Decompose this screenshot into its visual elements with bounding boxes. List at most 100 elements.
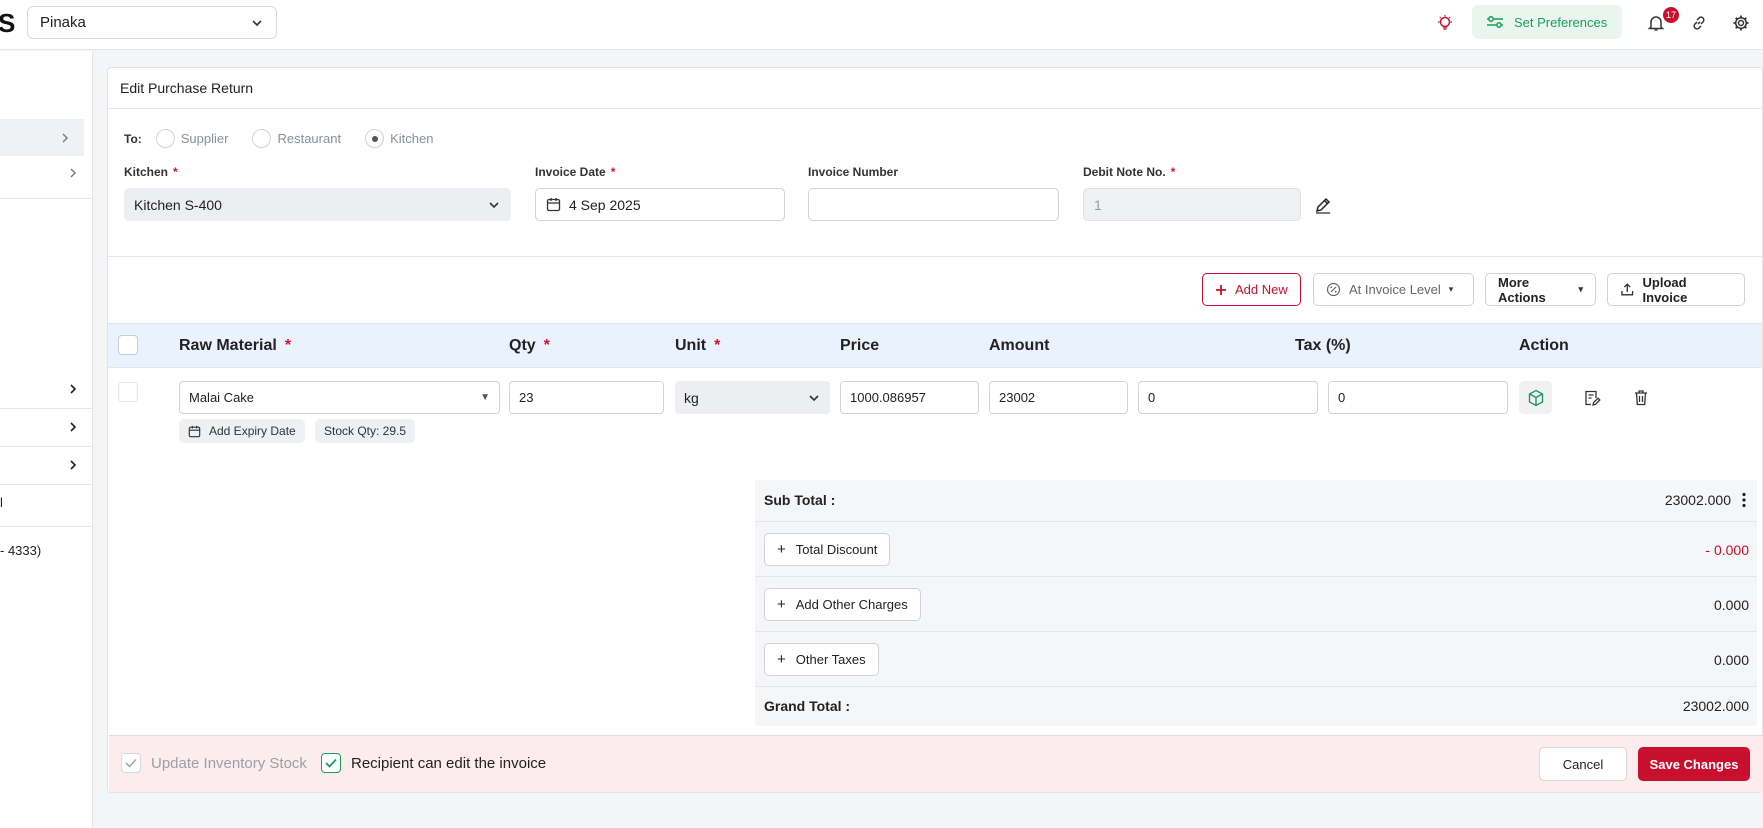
more-actions-label: More Actions (1498, 274, 1546, 305)
raw-material-select[interactable]: Malai Cake ▼ (179, 381, 500, 414)
divider (108, 108, 1762, 109)
set-preferences-label: Set Preferences (1514, 14, 1608, 30)
discount-circle-icon (1326, 282, 1341, 297)
divider (108, 256, 1762, 257)
invoice-level-label: At Invoice Level (1349, 282, 1441, 297)
stock-qty-chip: Stock Qty: 29.5 (315, 419, 416, 443)
add-other-charges-label: Add Other Charges (795, 597, 908, 612)
plus-icon (1216, 284, 1226, 295)
edit-pencil-icon[interactable] (1313, 195, 1333, 215)
unit-select[interactable]: kg (675, 381, 830, 414)
caret-down-icon: ▼ (480, 392, 490, 403)
select-all-checkbox[interactable] (118, 335, 138, 355)
edit-row-button[interactable] (1575, 381, 1608, 414)
edit-note-icon (1584, 390, 1601, 406)
chevron-right-icon (70, 383, 77, 394)
sidebar: l - 4333) (0, 51, 93, 828)
sidebar-divider (0, 526, 92, 527)
radio-kitchen[interactable]: Kitchen (365, 129, 433, 148)
kitchen-select-value: Kitchen S-400 (134, 196, 222, 213)
grand-total-row: Grand Total : 23002.000 (755, 687, 1757, 726)
recipient-edit-label: Recipient can edit the invoice (351, 754, 547, 772)
calendar-icon (188, 425, 201, 437)
checkbox-box (321, 753, 341, 773)
column-header-unit: Unit * (675, 337, 721, 354)
outlet-select[interactable]: Pinaka (27, 6, 277, 39)
radio-supplier[interactable]: Supplier (155, 129, 228, 148)
notification-badge: 17 (1663, 7, 1680, 23)
other-taxes-button[interactable]: + Other Taxes (764, 643, 879, 676)
other-charges-row: + Add Other Charges 0.000 (755, 577, 1757, 632)
price-input[interactable]: 1000.086957 (840, 381, 979, 414)
tax-input[interactable]: 0 (1328, 381, 1508, 414)
box-icon (1528, 389, 1543, 406)
lightbulb-icon[interactable] (1434, 12, 1456, 34)
batch-action-button[interactable] (1519, 381, 1552, 414)
update-inventory-checkbox[interactable]: Update Inventory Stock (121, 753, 307, 773)
caret-down-icon: ▾ (1578, 284, 1583, 294)
sidebar-item-2[interactable] (0, 154, 92, 191)
column-header-tax: Tax (%) (1295, 337, 1351, 354)
row-checkbox[interactable] (118, 382, 138, 402)
debit-note-input[interactable]: 1 (1083, 188, 1301, 221)
grand-total-value: 23002.000 (1682, 698, 1749, 714)
recipient-edit-checkbox[interactable]: Recipient can edit the invoice (321, 753, 546, 773)
upload-invoice-label: Upload Invoice (1642, 274, 1688, 305)
more-vertical-icon[interactable] (1741, 492, 1747, 508)
more-actions-button[interactable]: More Actions ▾ (1485, 273, 1596, 306)
sub-total-label: Sub Total : (764, 492, 836, 508)
other-taxes-label: Other Taxes (795, 652, 866, 667)
check-icon (325, 758, 337, 768)
plus-icon: + (777, 596, 786, 613)
add-expiry-date-label: Add Expiry Date (209, 424, 296, 438)
update-inventory-label: Update Inventory Stock (151, 754, 307, 772)
sidebar-text-fragment[interactable]: - 4333) (0, 543, 41, 558)
link-icon[interactable] (1688, 12, 1710, 34)
add-other-charges-button[interactable]: + Add Other Charges (764, 588, 921, 621)
radio-label: Kitchen (390, 131, 434, 146)
qty-input[interactable]: 23 (509, 381, 664, 414)
sub-total-row: Sub Total : 23002.000 (755, 480, 1757, 522)
gear-icon[interactable] (1730, 12, 1752, 34)
set-preferences-button[interactable]: Set Preferences (1472, 5, 1622, 39)
column-header-raw-material: Raw Material * (179, 337, 292, 354)
invoice-date-field[interactable]: 4 Sep 2025 (535, 188, 785, 221)
kitchen-label: Kitchen * (124, 165, 178, 179)
upload-icon (1621, 283, 1634, 296)
invoice-number-label: Invoice Number (808, 165, 899, 179)
delete-row-button[interactable] (1624, 381, 1657, 414)
calendar-icon (546, 198, 561, 212)
add-new-button[interactable]: Add New (1202, 273, 1301, 306)
table-header: Raw Material * Qty * Unit * Price Amount Ta… (108, 323, 1762, 368)
chevron-right-icon (70, 459, 77, 470)
invoice-date-label: Invoice Date * (535, 165, 616, 179)
discount-input[interactable]: 0 (1138, 381, 1318, 414)
trash-icon (1634, 390, 1647, 406)
total-discount-row: + Total Discount - 0.000 (755, 522, 1757, 577)
amount-input[interactable]: 23002 (989, 381, 1128, 414)
sidebar-divider (0, 484, 92, 485)
recipient-type-group: To: Supplier Restaurant Kitchen (124, 129, 457, 148)
radio-label: Restaurant (277, 131, 342, 146)
kitchen-select[interactable]: Kitchen S-400 (124, 188, 511, 221)
sidebar-text-fragment[interactable]: l (0, 495, 3, 510)
sidebar-item-5[interactable] (0, 446, 92, 483)
cancel-button[interactable]: Cancel (1539, 747, 1627, 781)
column-header-amount: Amount (989, 337, 1050, 354)
totals-panel: Sub Total : 23002.000 + Total Discount -… (755, 480, 1757, 726)
sidebar-item-4[interactable] (0, 408, 92, 445)
chevron-down-icon (252, 19, 262, 26)
add-expiry-date-chip[interactable]: Add Expiry Date (179, 419, 305, 443)
plus-icon: + (777, 541, 786, 558)
invoice-level-select[interactable]: At Invoice Level ▾ (1313, 273, 1474, 306)
form-footer: Update Inventory Stock Recipient can edi… (109, 735, 1763, 792)
invoice-number-input[interactable] (808, 188, 1059, 221)
sidebar-item-3[interactable] (0, 370, 92, 407)
raw-material-value: Malai Cake (189, 390, 255, 405)
page-title: Edit Purchase Return (120, 80, 254, 96)
total-discount-button[interactable]: + Total Discount (764, 533, 891, 566)
save-changes-button[interactable]: Save Changes (1638, 747, 1750, 781)
sidebar-item-1[interactable] (0, 119, 84, 156)
radio-restaurant[interactable]: Restaurant (252, 129, 341, 148)
upload-invoice-button[interactable]: Upload Invoice (1607, 273, 1745, 306)
